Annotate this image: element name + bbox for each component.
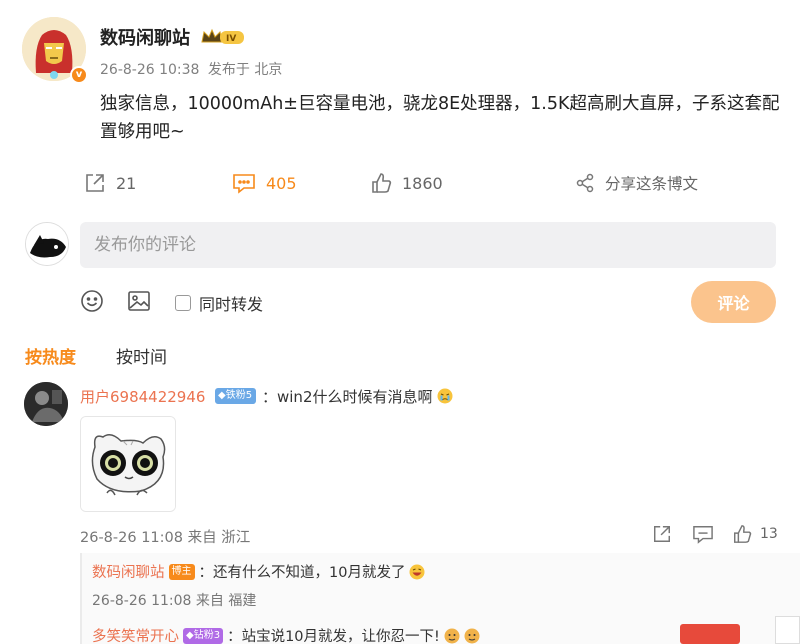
comment-like-count: 13: [760, 526, 778, 542]
reply-username[interactable]: 数码闲聊站: [92, 561, 165, 582]
repost-icon: [86, 174, 104, 192]
doge-emoji-icon: [444, 628, 460, 644]
share-label: 分享这条博文: [605, 175, 699, 193]
like-button[interactable]: 1860: [370, 172, 443, 194]
post-content: 独家信息，10000mAh±巨容量电池，骁龙8E处理器，1.5K超高刷大直屏，子…: [100, 94, 780, 142]
comment-meta: 26-8-26 11:08 来自 浙江: [80, 526, 250, 547]
repost-button[interactable]: 21: [84, 172, 136, 194]
comment-icon: [693, 526, 713, 544]
host-badge: 博主: [168, 563, 195, 580]
reply-item: 多笑笑常开心 ◆钻粉3 ：站宝说10月就发，让你忍一下!: [92, 625, 480, 644]
verified-icon: v: [70, 66, 88, 84]
repost-checkbox[interactable]: 同时转发: [175, 291, 263, 315]
author-name[interactable]: 数码闲聊站: [100, 24, 190, 50]
repost-count: 21: [116, 173, 137, 193]
reply-item: 数码闲聊站 博主 ：还有什么不知道，10月就发了: [92, 561, 425, 582]
floating-banner[interactable]: [680, 624, 740, 644]
comment-count: 405: [266, 173, 297, 193]
scroll-to-top-button[interactable]: [775, 616, 800, 644]
tab-sort-time[interactable]: 按时间: [116, 343, 167, 368]
reply-location: 来自 福建: [195, 593, 257, 609]
like-icon: [372, 173, 392, 193]
post-source: 发布于 北京: [207, 62, 283, 78]
comment-text: ：win2什么时候有消息啊: [262, 386, 453, 407]
like-count: 1860: [402, 173, 443, 193]
emoji-button[interactable]: [80, 289, 104, 317]
repost-icon: [654, 526, 670, 542]
cry-emoji-icon: [437, 388, 453, 404]
image-button[interactable]: [127, 289, 151, 317]
comment-button[interactable]: 405: [232, 172, 297, 194]
reply-date: 26-8-26 11:08: [92, 593, 192, 609]
tab-sort-hot[interactable]: 按热度: [25, 343, 76, 368]
level-badge: IV: [226, 34, 236, 44]
comment-icon: [233, 174, 255, 194]
post-date: 26-8-26 10:38: [100, 62, 200, 78]
comment-username[interactable]: 用户6984422946: [80, 386, 205, 407]
reply-meta: 26-8-26 11:08 来自 福建: [92, 590, 256, 610]
post-meta: 26-8-26 10:38 发布于 北京: [100, 59, 286, 79]
emoji-icon: [81, 290, 103, 312]
my-avatar[interactable]: [25, 222, 69, 266]
fan-badge: ◆铁粉5: [215, 388, 257, 404]
comment-composer[interactable]: [80, 222, 776, 268]
share-button[interactable]: 分享这条博文: [575, 172, 698, 194]
reply-username[interactable]: 多笑笑常开心: [92, 625, 179, 644]
submit-comment-button[interactable]: 评论: [691, 281, 776, 323]
doge-emoji-icon: [464, 628, 480, 644]
comment-like-button[interactable]: 13: [732, 524, 778, 544]
crown-icon: IV: [200, 27, 246, 47]
comment-reply-button[interactable]: [692, 524, 714, 544]
image-icon: [128, 291, 150, 311]
repost-checkbox-label: 同时转发: [199, 295, 264, 314]
diamond-icon: ◆: [218, 390, 226, 401]
fan-badge: ◆钻粉3: [183, 627, 224, 644]
checkbox-box[interactable]: [175, 295, 191, 311]
like-icon: [734, 525, 752, 543]
comment-sticker-image[interactable]: [80, 416, 176, 512]
reply-text: ：还有什么不知道，10月就发了: [198, 565, 406, 581]
comment-date: 26-8-26 11:08: [80, 530, 183, 546]
comment-location: 来自 浙江: [187, 530, 251, 546]
share-icon: [576, 173, 594, 193]
comment-avatar[interactable]: [24, 382, 68, 426]
laugh-emoji-icon: [409, 564, 425, 580]
comment-repost-button[interactable]: [652, 524, 672, 544]
diamond-icon: ◆: [186, 629, 194, 641]
comment-input[interactable]: [80, 222, 776, 268]
reply-text: ：站宝说10月就发，让你忍一下!: [227, 629, 440, 644]
